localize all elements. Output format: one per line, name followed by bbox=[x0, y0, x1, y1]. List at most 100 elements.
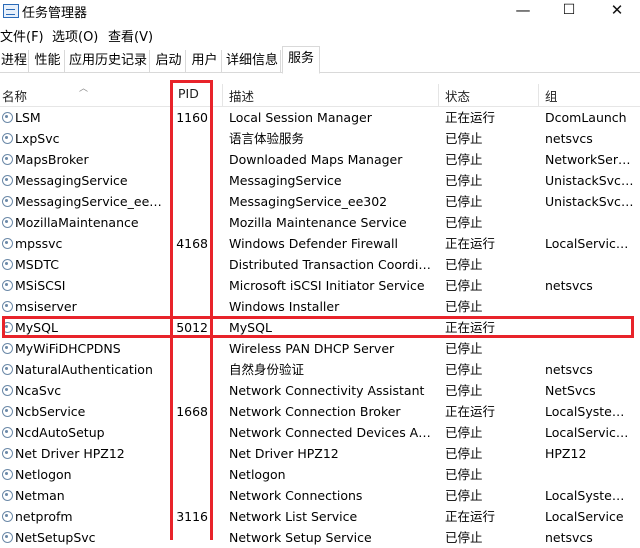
service-name: NcaSvc bbox=[15, 383, 62, 398]
table-row[interactable]: MSDTC Distributed Transaction Coordina...… bbox=[0, 254, 640, 275]
service-name: Netlogon bbox=[15, 467, 72, 482]
service-gear-icon bbox=[2, 427, 13, 438]
table-row[interactable]: MessagingService MessagingService 已停止 Unist… bbox=[0, 170, 640, 191]
service-name: NetSetupSvc bbox=[15, 530, 96, 545]
service-name: MyWiFiDHCPDNS bbox=[15, 341, 121, 356]
service-name: MessagingService bbox=[15, 173, 128, 188]
table-row[interactable]: MapsBroker Downloaded Maps Manager 已停止 Netw… bbox=[0, 149, 640, 170]
service-gear-icon bbox=[2, 511, 13, 522]
table-row[interactable]: Netman Network Connections 已停止 LocalSystem.… bbox=[0, 485, 640, 506]
service-gear-icon bbox=[2, 112, 13, 123]
table-row[interactable]: NetSetupSvc Network Setup Service 已停止 netsv… bbox=[0, 527, 640, 548]
table-row[interactable]: MozillaMaintenance Mozilla Maintenance Se… bbox=[0, 212, 640, 233]
table-row[interactable]: msiserver Windows Installer 已停止 bbox=[0, 296, 640, 317]
service-name: MapsBroker bbox=[15, 152, 89, 167]
service-description: Windows Installer bbox=[229, 299, 340, 314]
menu-view[interactable]: 查看(V) bbox=[108, 26, 153, 45]
service-status: 已停止 bbox=[445, 194, 483, 209]
service-group: DcomLaunch bbox=[545, 110, 627, 125]
service-name: Net Driver HPZ12 bbox=[15, 446, 125, 461]
table-row[interactable]: Netlogon Netlogon 已停止 bbox=[0, 464, 640, 485]
service-gear-icon bbox=[2, 490, 13, 501]
column-group[interactable]: 组 bbox=[545, 86, 558, 105]
column-divider[interactable] bbox=[538, 84, 539, 106]
service-group: netsvcs bbox=[545, 131, 593, 146]
table-row[interactable]: LSM 1160 Local Session Manager 正在运行 DcomLaun… bbox=[0, 107, 640, 128]
service-description: Downloaded Maps Manager bbox=[229, 152, 403, 167]
table-row[interactable]: Net Driver HPZ12 Net Driver HPZ12 已停止 HPZ12 bbox=[0, 443, 640, 464]
tab-performance[interactable]: 性能 bbox=[31, 50, 65, 72]
service-group: netsvcs bbox=[545, 530, 593, 545]
service-description: Network Connectivity Assistant bbox=[229, 383, 425, 398]
service-group: netsvcs bbox=[545, 362, 593, 377]
tab-app-history[interactable]: 应用历史记录 bbox=[67, 50, 150, 72]
tab-processes[interactable]: 进程 bbox=[0, 50, 29, 72]
service-gear-icon bbox=[2, 532, 13, 543]
table-row[interactable]: NaturalAuthentication 自然身份验证 已停止 netsvcs bbox=[0, 359, 640, 380]
service-name: LxpSvc bbox=[15, 131, 60, 146]
service-gear-icon bbox=[2, 175, 13, 186]
tab-services[interactable]: 服务 bbox=[282, 46, 320, 74]
service-description: Netlogon bbox=[229, 467, 286, 482]
service-group: UnistackSvcG... bbox=[545, 173, 635, 188]
service-status: 已停止 bbox=[445, 488, 483, 503]
service-gear-icon bbox=[2, 343, 13, 354]
service-gear-icon bbox=[2, 259, 13, 270]
service-group: LocalSystem... bbox=[545, 404, 635, 419]
service-gear-icon bbox=[2, 385, 13, 396]
service-group: netsvcs bbox=[545, 278, 593, 293]
service-status: 正在运行 bbox=[445, 110, 496, 125]
service-gear-icon bbox=[2, 469, 13, 480]
table-row[interactable]: MessagingService_ee302 MessagingService_e… bbox=[0, 191, 640, 212]
service-group: LocalService... bbox=[545, 425, 635, 440]
tab-users[interactable]: 用户 bbox=[188, 50, 222, 72]
column-name[interactable]: 名称 bbox=[2, 86, 27, 105]
task-manager-icon bbox=[3, 4, 19, 18]
menu-file[interactable]: 文件(F) bbox=[0, 26, 44, 45]
table-row[interactable]: NcdAutoSetup Network Connected Devices Au… bbox=[0, 422, 640, 443]
service-gear-icon bbox=[2, 217, 13, 228]
service-gear-icon bbox=[2, 196, 13, 207]
column-description[interactable]: 描述 bbox=[229, 86, 254, 105]
table-row[interactable]: netprofm 3116 Network List Service 正在运行 Loca… bbox=[0, 506, 640, 527]
service-status: 已停止 bbox=[445, 152, 483, 167]
mysql-row-highlight bbox=[2, 316, 634, 338]
table-row[interactable]: mpssvc 4168 Windows Defender Firewall 正在运行 L… bbox=[0, 233, 640, 254]
service-status: 已停止 bbox=[445, 131, 483, 146]
service-status: 已停止 bbox=[445, 446, 483, 461]
minimize-button[interactable]: — bbox=[500, 0, 546, 22]
service-name: NcdAutoSetup bbox=[15, 425, 105, 440]
service-name: Netman bbox=[15, 488, 65, 503]
service-name: MessagingService_ee302 bbox=[15, 194, 165, 209]
service-description: Network List Service bbox=[229, 509, 358, 524]
service-description: Local Session Manager bbox=[229, 110, 372, 125]
table-row[interactable]: MyWiFiDHCPDNS Wireless PAN DHCP Server 已停止 bbox=[0, 338, 640, 359]
service-name: LSM bbox=[15, 110, 41, 125]
service-status: 已停止 bbox=[445, 278, 483, 293]
maximize-button[interactable]: ☐ bbox=[546, 0, 592, 22]
tab-startup[interactable]: 启动 bbox=[152, 50, 186, 72]
service-gear-icon bbox=[2, 364, 13, 375]
column-divider[interactable] bbox=[222, 84, 223, 106]
service-group: UnistackSvcG... bbox=[545, 194, 635, 209]
window-title: 任务管理器 bbox=[22, 6, 88, 21]
service-status: 已停止 bbox=[445, 341, 483, 356]
title-bar: 任务管理器 — ☐ ✕ bbox=[0, 0, 640, 22]
service-description: 自然身份验证 bbox=[229, 362, 305, 377]
table-row[interactable]: NcbService 1668 Network Connection Broker 正… bbox=[0, 401, 640, 422]
table-row[interactable]: MSiSCSI Microsoft iSCSI Initiator Service… bbox=[0, 275, 640, 296]
service-gear-icon bbox=[2, 406, 13, 417]
sort-up-icon: ︿ bbox=[79, 84, 89, 94]
close-button[interactable]: ✕ bbox=[594, 0, 640, 22]
service-description: Wireless PAN DHCP Server bbox=[229, 341, 395, 356]
tab-details[interactable]: 详细信息 bbox=[224, 50, 281, 72]
service-name: MSDTC bbox=[15, 257, 59, 272]
service-description: MessagingService_ee302 bbox=[229, 194, 388, 209]
menu-options[interactable]: 选项(O) bbox=[52, 26, 98, 45]
service-status: 已停止 bbox=[445, 257, 483, 272]
service-name: MozillaMaintenance bbox=[15, 215, 139, 230]
table-row[interactable]: NcaSvc Network Connectivity Assistant 已停止 N… bbox=[0, 380, 640, 401]
column-divider[interactable] bbox=[438, 84, 439, 106]
column-status[interactable]: 状态 bbox=[445, 86, 470, 105]
table-row[interactable]: LxpSvc 语言体验服务 已停止 netsvcs bbox=[0, 128, 640, 149]
